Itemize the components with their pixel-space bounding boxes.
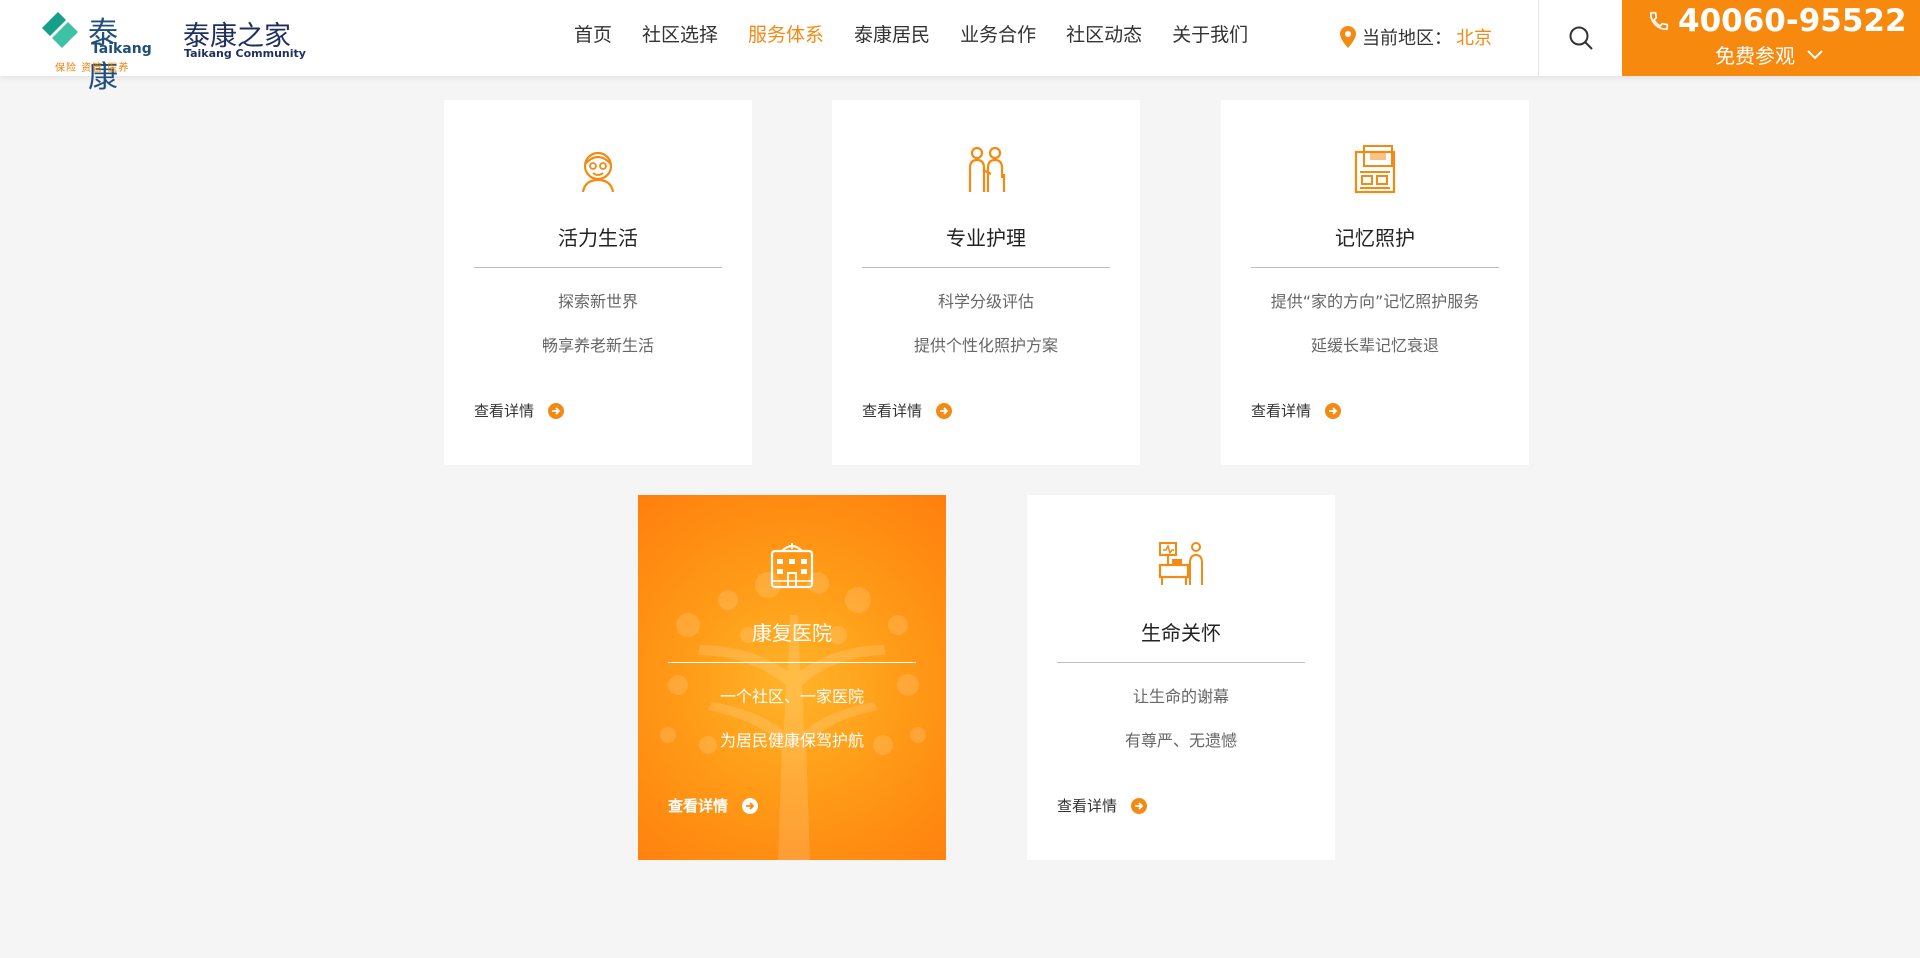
card-divider [474, 267, 722, 268]
card-description-line: 探索新世界 [557, 292, 638, 311]
region-selector[interactable]: 当前地区： 北京 [1340, 24, 1492, 50]
taikang-logo[interactable]: 泰康 Taikang 保险 资管 医养 [38, 6, 152, 95]
card-title: 专业护理 [946, 226, 1026, 250]
view-details-label: 查看详情 [474, 402, 535, 420]
card-description-line: 畅享养老新生活 [541, 336, 654, 355]
region-label: 当前地区： [1362, 28, 1452, 49]
service-card-memory-care[interactable]: 记忆照护 提供“家的方向”记忆照护服务 延缓长辈记忆衰退 查看详情 [1221, 100, 1529, 465]
hotline-number: 40060-95522 [1678, 3, 1907, 39]
card-title: 康复医院 [752, 621, 832, 645]
logo-tagline: 保险 资管 医养 [55, 63, 130, 74]
card-description-line: 提供个性化照护方案 [913, 336, 1058, 355]
free-visit-label: 免费参观 [1715, 44, 1795, 68]
view-details-link[interactable]: 查看详情 [862, 400, 953, 421]
view-details-label: 查看详情 [1251, 402, 1312, 420]
nav-item-residents[interactable]: 泰康居民 [854, 20, 930, 47]
free-visit-dropdown[interactable]: 免费参观 [1715, 40, 1823, 69]
card-divider [1251, 267, 1499, 268]
service-card-active-life[interactable]: 活力生活 探索新世界 畅享养老新生活 查看详情 [444, 100, 752, 465]
view-details-label: 查看详情 [1057, 797, 1118, 815]
card-description-line: 提供“家的方向”记忆照护服务 [1270, 292, 1480, 311]
search-icon [1569, 26, 1593, 50]
hospital-icon [770, 543, 814, 589]
phone-icon [1649, 11, 1669, 31]
view-details-link[interactable]: 查看详情 [1057, 795, 1148, 816]
brand-english-name: Taikang Community [184, 47, 306, 60]
view-details-link[interactable]: 查看详情 [474, 400, 565, 421]
card-description-line: 让生命的谢幕 [1132, 687, 1229, 706]
hotline-cta[interactable]: 40060-95522 免费参观 [1622, 0, 1920, 76]
card-divider [1057, 662, 1305, 663]
card-description-line: 有尊严、无遗憾 [1124, 731, 1237, 750]
service-card-life-care[interactable]: 生命关怀 让生命的谢幕 有尊严、无遗憾 查看详情 [1027, 495, 1335, 860]
card-description-line: 一个社区、一家医院 [719, 687, 864, 706]
chevron-down-icon [1807, 49, 1823, 59]
card-title: 记忆照护 [1335, 226, 1415, 250]
bedside-care-icon [1158, 542, 1203, 585]
logo-english-text: Taikang [91, 41, 152, 57]
arrow-circle-right-icon [1325, 402, 1342, 419]
service-card-professional-care[interactable]: 专业护理 科学分级评估 提供个性化照护方案 查看详情 [832, 100, 1140, 465]
caregiver-icon [968, 146, 1006, 192]
service-card-rehab-hospital[interactable]: 康复医院 一个社区、一家医院 为居民健康保驾护航 查看详情 [638, 495, 946, 860]
location-pin-icon [1340, 26, 1356, 48]
nav-item-community[interactable]: 社区选择 [642, 20, 718, 47]
nav-item-services[interactable]: 服务体系 [748, 20, 824, 47]
view-details-link[interactable]: 查看详情 [668, 795, 759, 816]
site-header: 泰康 Taikang 保险 资管 医养 泰康之家 Taikang Communi… [0, 0, 1920, 95]
hotline-phone: 40060-95522 [1648, 3, 1907, 39]
search-button[interactable] [1538, 0, 1623, 76]
nav-item-business[interactable]: 业务合作 [960, 20, 1036, 47]
card-description-line: 科学分级评估 [937, 292, 1034, 311]
region-city: 北京 [1456, 28, 1492, 49]
view-details-label: 查看详情 [668, 797, 729, 815]
elderly-person-icon [581, 151, 615, 193]
view-details-link[interactable]: 查看详情 [1251, 400, 1342, 421]
card-description-line: 延缓长辈记忆衰退 [1310, 336, 1439, 355]
arrow-circle-right-icon [936, 402, 953, 419]
nav-item-about[interactable]: 关于我们 [1172, 20, 1248, 47]
card-title: 活力生活 [558, 226, 638, 250]
nav-item-news[interactable]: 社区动态 [1066, 20, 1142, 47]
taikang-diamond-logo-icon [42, 12, 78, 48]
nav-item-home[interactable]: 首页 [574, 20, 612, 47]
arrow-circle-right-icon [742, 797, 759, 814]
card-title: 生命关怀 [1141, 621, 1221, 645]
card-divider [668, 662, 916, 663]
card-description-line: 为居民健康保驾护航 [719, 731, 864, 750]
main-nav: 首页 社区选择 服务体系 泰康居民 业务合作 社区动态 关于我们 [574, 20, 1278, 47]
card-divider [862, 267, 1110, 268]
arrow-circle-right-icon [548, 402, 565, 419]
view-details-label: 查看详情 [862, 402, 923, 420]
memory-cabinet-icon [1354, 145, 1396, 194]
arrow-circle-right-icon [1131, 797, 1148, 814]
